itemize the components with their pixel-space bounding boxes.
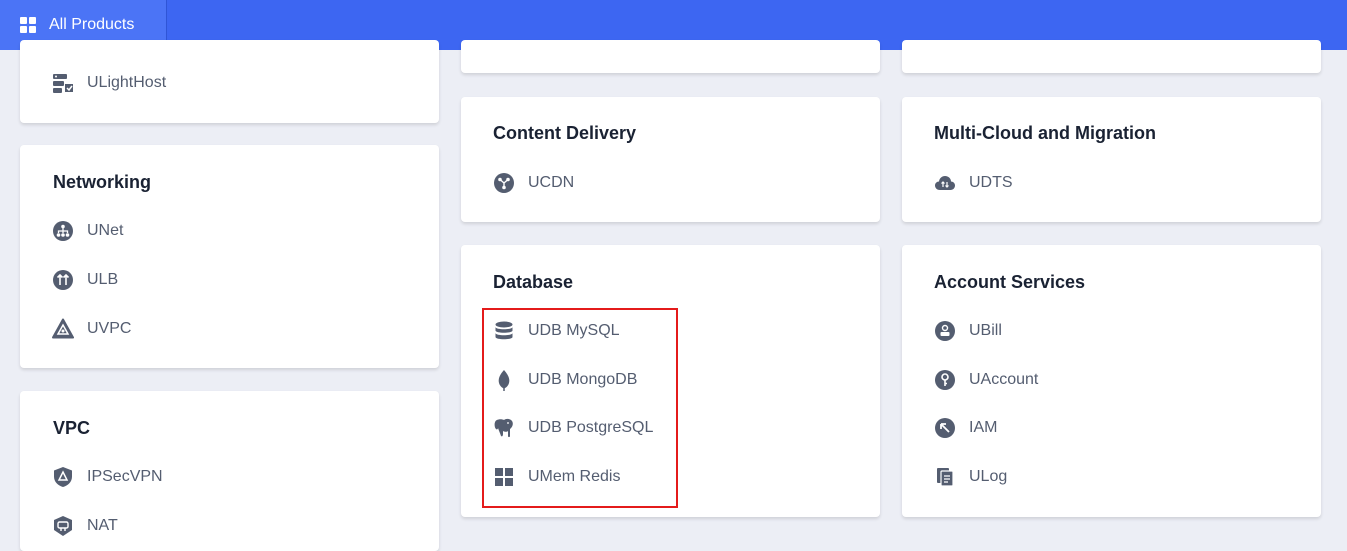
product-label: ULightHost: [87, 74, 167, 91]
card-title: Networking: [53, 172, 152, 192]
product-label: UDB MySQL: [528, 322, 620, 339]
card-title: Multi-Cloud and Migration: [934, 123, 1156, 143]
product-label: ULog: [969, 468, 1008, 485]
card-account-services: Account Services UBill UAccount IAM ULog: [902, 245, 1321, 517]
product-label: UNet: [87, 222, 124, 239]
card-top-partial-middle: [461, 40, 880, 73]
all-products-label: All Products: [49, 16, 135, 33]
elephant-icon: [493, 417, 515, 439]
shield-icon: [52, 466, 74, 488]
product-uaccount[interactable]: UAccount: [934, 368, 1038, 392]
load-balancer-icon: [52, 269, 74, 291]
grid-icon: [493, 466, 515, 488]
cdn-icon: [493, 172, 515, 194]
card-compute: ULightHost: [20, 40, 439, 123]
product-ulb[interactable]: ULB: [52, 268, 118, 292]
leaf-icon: [493, 369, 515, 391]
product-udts[interactable]: UDTS: [934, 171, 1013, 195]
database-icon: [493, 320, 515, 342]
product-ipsecvpn[interactable]: IPSecVPN: [52, 465, 163, 489]
card-database: Database UDB MySQL UDB MongoDB UDB Postg…: [461, 245, 880, 517]
product-label: UDB MongoDB: [528, 371, 638, 388]
product-label: ULB: [87, 271, 119, 288]
product-label: UAccount: [969, 371, 1039, 388]
product-unet[interactable]: UNet: [52, 219, 123, 243]
card-top-partial-right: [902, 40, 1321, 73]
card-title: Content Delivery: [493, 123, 637, 143]
product-ulog[interactable]: ULog: [934, 465, 1007, 489]
product-label: UBill: [969, 322, 1002, 339]
card-multicloud: Multi-Cloud and Migration UDTS: [902, 97, 1321, 222]
key-icon: [934, 369, 956, 391]
product-label: IPSecVPN: [87, 468, 163, 485]
product-udb-postgresql[interactable]: UDB PostgreSQL: [493, 416, 653, 440]
cloud-upload-icon: [934, 172, 956, 194]
network-tree-icon: [52, 220, 74, 242]
product-nat[interactable]: NAT: [52, 514, 118, 538]
product-uvpc[interactable]: UVPC: [52, 317, 131, 341]
card-title: Account Services: [934, 272, 1086, 292]
product-label: UDTS: [969, 174, 1013, 191]
product-umem-redis[interactable]: UMem Redis: [493, 465, 620, 489]
product-udb-mongodb[interactable]: UDB MongoDB: [493, 368, 637, 392]
card-content-delivery: Content Delivery UCDN: [461, 97, 880, 222]
card-networking: Networking UNet ULB UVPC: [20, 145, 439, 368]
product-ucdn[interactable]: UCDN: [493, 171, 574, 195]
product-label: UVPC: [87, 320, 132, 337]
log-document-icon: [934, 466, 956, 488]
bill-icon: [934, 320, 956, 342]
server-icon: [52, 72, 74, 94]
card-vpc: VPC IPSecVPN NAT: [20, 391, 439, 551]
arrow-cursor-icon: [934, 417, 956, 439]
product-ubill[interactable]: UBill: [934, 319, 1002, 343]
product-label: NAT: [87, 517, 118, 534]
card-title: VPC: [53, 418, 91, 438]
vpc-triangle-icon: [52, 318, 74, 340]
product-label: UCDN: [528, 174, 575, 191]
card-title: Database: [493, 272, 574, 292]
nat-shield-icon: [52, 515, 74, 537]
grid-menu-icon: [20, 17, 36, 33]
product-label: UDB PostgreSQL: [528, 419, 654, 436]
product-udb-mysql[interactable]: UDB MySQL: [493, 319, 620, 343]
product-ulighthost[interactable]: ULightHost: [52, 71, 166, 95]
product-label: UMem Redis: [528, 468, 621, 485]
product-iam[interactable]: IAM: [934, 416, 997, 440]
product-label: IAM: [969, 419, 998, 436]
